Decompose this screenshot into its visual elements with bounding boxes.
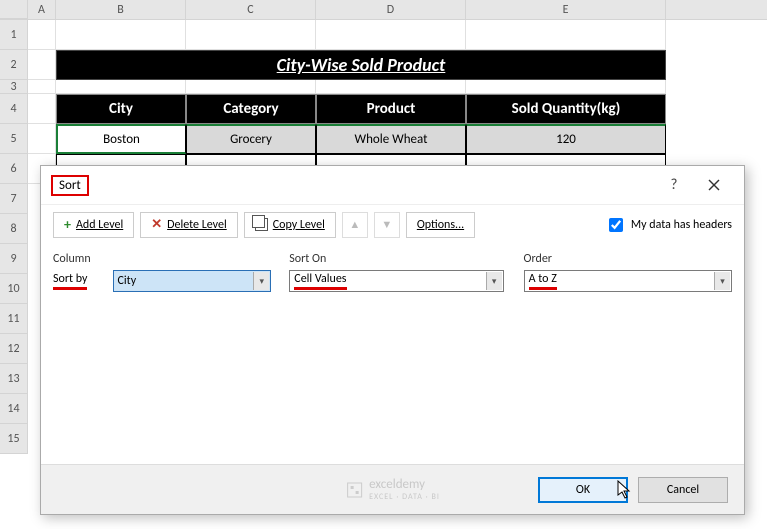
row-header[interactable]: 9 <box>0 244 28 274</box>
dialog-footer: exceldemyEXCEL · DATA · BI OK Cancel <box>41 464 744 514</box>
move-up-button[interactable]: ▲ <box>342 212 368 238</box>
sortby-column-combo[interactable]: City▾ <box>113 270 272 292</box>
row-header[interactable]: 6 <box>0 154 28 184</box>
chevron-down-icon: ▾ <box>253 272 269 290</box>
col-header-C[interactable]: C <box>186 0 316 19</box>
cursor-icon <box>617 480 632 500</box>
sort-level-row: Sort by City▾ Cell Values▾ A to Z▾ <box>53 270 732 292</box>
row-header[interactable]: 14 <box>0 394 28 424</box>
copy-icon <box>255 218 268 231</box>
header-category[interactable]: Category <box>186 94 316 124</box>
row-header[interactable]: 12 <box>0 334 28 364</box>
row-header[interactable]: 15 <box>0 424 28 454</box>
order-combo[interactable]: A to Z▾ <box>524 270 732 292</box>
dialog-toolbar: +Add Level ✕Delete Level Copy Level ▲ ▼ … <box>41 204 744 244</box>
row-header[interactable]: 7 <box>0 184 28 214</box>
order-header-label: Order <box>524 252 732 266</box>
row-header[interactable]: 1 <box>0 20 28 50</box>
move-down-button[interactable]: ▼ <box>374 212 400 238</box>
headers-checkbox-label: My data has headers <box>631 218 732 232</box>
dialog-titlebar[interactable]: Sort ? <box>41 166 744 204</box>
column-header-label: Column <box>53 252 289 266</box>
col-header-B[interactable]: B <box>56 0 186 19</box>
logo-icon <box>345 481 363 499</box>
sorton-combo[interactable]: Cell Values▾ <box>289 270 503 292</box>
help-button[interactable]: ? <box>654 170 694 200</box>
options-button[interactable]: Options... <box>406 212 475 238</box>
chevron-down-icon: ▾ <box>486 272 502 290</box>
close-icon <box>708 179 720 191</box>
cell-qty[interactable]: 120 <box>466 124 666 154</box>
row-header[interactable]: 13 <box>0 364 28 394</box>
col-header-A[interactable]: A <box>28 0 56 19</box>
plus-icon: + <box>64 216 71 233</box>
col-header-D[interactable]: D <box>316 0 466 19</box>
headers-checkbox[interactable]: My data has headers <box>605 215 732 235</box>
chevron-down-icon: ▾ <box>714 272 730 290</box>
watermark: exceldemyEXCEL · DATA · BI <box>345 477 440 502</box>
x-icon: ✕ <box>151 217 162 232</box>
row-header[interactable]: 5 <box>0 124 28 154</box>
header-product[interactable]: Product <box>316 94 466 124</box>
dialog-title: Sort <box>51 175 89 196</box>
row-header[interactable]: 8 <box>0 214 28 244</box>
cancel-button[interactable]: Cancel <box>638 477 728 503</box>
add-level-button[interactable]: +Add Level <box>53 212 134 238</box>
select-all-corner[interactable] <box>0 0 28 19</box>
chevron-down-icon: ▼ <box>381 218 392 231</box>
copy-level-button[interactable]: Copy Level <box>244 212 336 238</box>
row-header[interactable]: 11 <box>0 304 28 334</box>
col-header-E[interactable]: E <box>466 0 666 19</box>
row-header[interactable]: 10 <box>0 274 28 304</box>
header-city[interactable]: City <box>56 94 186 124</box>
cell-category[interactable]: Grocery <box>186 124 316 154</box>
cell-city[interactable]: Boston <box>56 124 186 154</box>
delete-level-button[interactable]: ✕Delete Level <box>140 212 237 238</box>
row-header[interactable]: 4 <box>0 94 28 124</box>
sort-dialog: Sort ? +Add Level ✕Delete Level Copy Lev… <box>40 165 745 515</box>
sorton-header-label: Sort On <box>289 252 523 266</box>
row-header[interactable]: 3 <box>0 80 28 94</box>
sortby-label: Sort by <box>53 272 113 290</box>
headers-checkbox-input[interactable] <box>609 218 623 232</box>
close-button[interactable] <box>694 170 734 200</box>
header-qty[interactable]: Sold Quantity(kg) <box>466 94 666 124</box>
chevron-up-icon: ▲ <box>349 218 360 231</box>
cell-product[interactable]: Whole Wheat <box>316 124 466 154</box>
row-header[interactable]: 2 <box>0 50 28 80</box>
ok-button[interactable]: OK <box>538 477 628 503</box>
sheet-title[interactable]: City-Wise Sold Product <box>56 50 666 80</box>
